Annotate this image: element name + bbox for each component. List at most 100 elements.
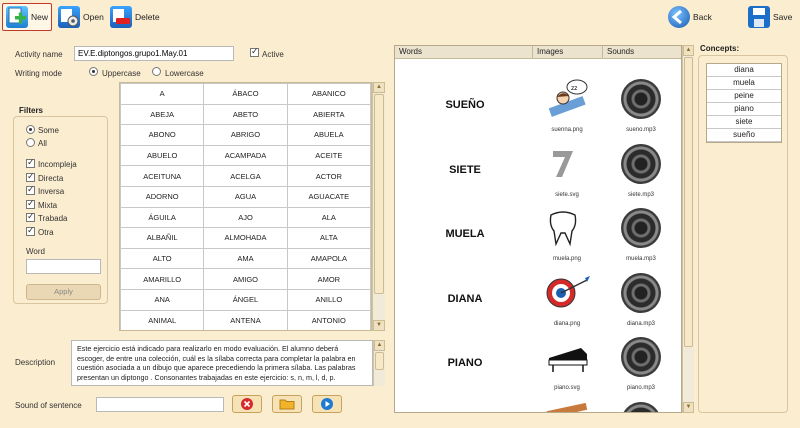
syllable-cell[interactable]: ANTONIO <box>286 309 371 330</box>
syllable-cell[interactable]: ABANICO <box>286 83 371 105</box>
filter-checkbox-0[interactable] <box>26 157 35 169</box>
delete-button[interactable]: Delete <box>107 3 163 31</box>
concept-item[interactable]: peine <box>707 90 781 103</box>
word-image[interactable] <box>543 272 591 314</box>
syllable-cell[interactable]: ALTO <box>120 247 205 270</box>
lowercase-radio[interactable] <box>152 67 161 77</box>
browse-sound-button[interactable] <box>272 395 302 413</box>
syllable-cell[interactable]: ABUELO <box>120 144 205 167</box>
concepts-list: diana muela peine piano siete sueño <box>706 63 782 143</box>
filter-checkbox-1[interactable] <box>26 171 35 182</box>
syllable-cell[interactable]: ÁNGEL <box>203 288 288 311</box>
syllable-table-scrollbar[interactable]: ▲ ▼ <box>372 82 385 331</box>
syllable-cell[interactable]: ABONO <box>120 124 205 146</box>
concept-item[interactable]: piano <box>707 103 781 116</box>
all-radio[interactable] <box>26 138 35 148</box>
syllable-cell[interactable]: ÁGUILA <box>120 206 205 229</box>
words-scroll-up-icon[interactable]: ▲ <box>683 45 694 56</box>
syllable-cell[interactable]: ACTOR <box>286 165 371 187</box>
speaker-icon[interactable] <box>621 401 661 412</box>
desc-scroll-up-icon[interactable]: ▲ <box>374 340 385 351</box>
apply-button[interactable]: Apply <box>26 284 101 300</box>
concept-item[interactable]: muela <box>707 77 781 90</box>
words-panel: Words Images Sounds SUEÑO zz suenna.png sue… <box>394 45 682 413</box>
syllable-cell[interactable]: ABRIGO <box>203 124 288 146</box>
words-panel-scrollbar[interactable]: ▲ ▼ <box>682 45 694 413</box>
desc-scroll-thumb[interactable] <box>375 352 384 370</box>
filter-checkbox-5[interactable] <box>26 225 35 236</box>
syllable-cell[interactable]: AGUA <box>203 185 288 208</box>
filter-checkbox-4[interactable] <box>26 211 35 223</box>
speaker-icon[interactable] <box>621 79 661 119</box>
syllable-cell[interactable]: ALMOHADA <box>203 227 288 249</box>
words-scroll-thumb[interactable] <box>684 57 693 347</box>
save-button[interactable]: Save <box>745 3 795 31</box>
syllable-cell[interactable]: ANA <box>120 288 205 311</box>
syllable-cell[interactable]: ALBAÑIL <box>120 227 205 249</box>
syllable-cell[interactable]: ADORNO <box>120 185 205 208</box>
concept-item[interactable]: sueño <box>707 129 781 142</box>
description-scrollbar[interactable]: ▲ <box>373 340 385 386</box>
speaker-icon[interactable] <box>621 337 661 377</box>
syllable-cell[interactable]: ANTENA <box>203 309 288 330</box>
play-sound-button[interactable] <box>312 395 342 413</box>
play-icon <box>321 398 333 410</box>
syllable-cell[interactable]: ANILLO <box>286 288 371 311</box>
syllable-cell[interactable]: ACEITE <box>286 144 371 167</box>
syllable-cell[interactable]: AMIGO <box>203 268 288 290</box>
syllable-cell[interactable]: ACAMPADA <box>203 144 288 167</box>
table-row: ABONO ABRIGO ABUELA <box>120 124 371 146</box>
activity-name-input[interactable] <box>74 46 234 61</box>
word-filter-input[interactable] <box>26 259 101 274</box>
clear-sound-button[interactable] <box>232 395 262 413</box>
active-checkbox[interactable] <box>250 46 259 58</box>
table-row: AMARILLO AMIGO AMOR <box>120 268 371 290</box>
word-image[interactable]: zz <box>543 78 591 120</box>
new-button[interactable]: New <box>2 3 52 31</box>
back-button[interactable]: Back <box>665 3 715 31</box>
sound-filename: sueno.mp3 <box>626 127 656 133</box>
word-image[interactable] <box>543 207 583 249</box>
some-radio[interactable] <box>26 125 35 135</box>
syllable-cell[interactable]: ABUELA <box>286 124 371 146</box>
syllable-cell[interactable]: A <box>120 83 205 105</box>
syllable-cell[interactable]: AMA <box>203 247 288 270</box>
syllable-cell[interactable]: ALTA <box>286 227 371 249</box>
syllable-cell[interactable]: ACELGA <box>203 165 288 187</box>
speaker-icon[interactable] <box>621 272 661 313</box>
word-image[interactable] <box>543 336 591 378</box>
scroll-thumb[interactable] <box>374 94 384 294</box>
syllable-cell[interactable]: ABIERTA <box>286 103 371 126</box>
syllable-cell[interactable]: ACEITUNA <box>120 165 205 187</box>
concept-item[interactable]: siete <box>707 116 781 129</box>
syllable-cell[interactable]: AGUACATE <box>286 185 371 208</box>
open-button[interactable]: Open <box>55 3 107 31</box>
syllable-cell[interactable]: AJO <box>203 206 288 229</box>
syllable-cell[interactable]: ABEJA <box>120 103 205 126</box>
concept-item[interactable]: diana <box>707 64 781 77</box>
activity-name-label: Activity name <box>15 50 63 59</box>
filter-checkbox-3[interactable] <box>26 198 35 209</box>
syllable-cell[interactable]: AMARILLO <box>120 268 205 290</box>
syllable-cell[interactable]: ANIMAL <box>120 309 205 330</box>
syllable-cell[interactable]: AMOR <box>286 268 371 290</box>
concepts-panel: diana muela peine piano siete sueño <box>698 55 788 413</box>
scroll-down-icon[interactable]: ▼ <box>373 320 385 331</box>
word-image[interactable] <box>543 401 591 412</box>
word-image[interactable] <box>543 143 583 185</box>
syllable-cell[interactable]: AMAPOLA <box>286 247 371 270</box>
speaker-icon[interactable] <box>621 143 661 184</box>
speaker-icon[interactable] <box>621 208 661 248</box>
syllable-cell[interactable]: ALA <box>286 206 371 229</box>
sound-sentence-input[interactable] <box>96 397 224 412</box>
words-scroll-down-icon[interactable]: ▼ <box>683 402 694 413</box>
description-textarea[interactable]: Este ejercicio está indicado para realiz… <box>71 340 373 386</box>
image-filename: suenna.png <box>551 127 583 133</box>
scroll-up-icon[interactable]: ▲ <box>373 82 385 93</box>
syllable-cell[interactable]: ÁBACO <box>203 83 288 105</box>
uppercase-radio[interactable] <box>89 67 98 77</box>
open-button-label: Open <box>83 12 104 22</box>
syllable-cell[interactable]: ABETO <box>203 103 288 126</box>
filter-checkbox-2[interactable] <box>26 184 35 196</box>
filters-panel: Some All Incompleja Directa Inversa Mixta Tr… <box>13 116 108 304</box>
